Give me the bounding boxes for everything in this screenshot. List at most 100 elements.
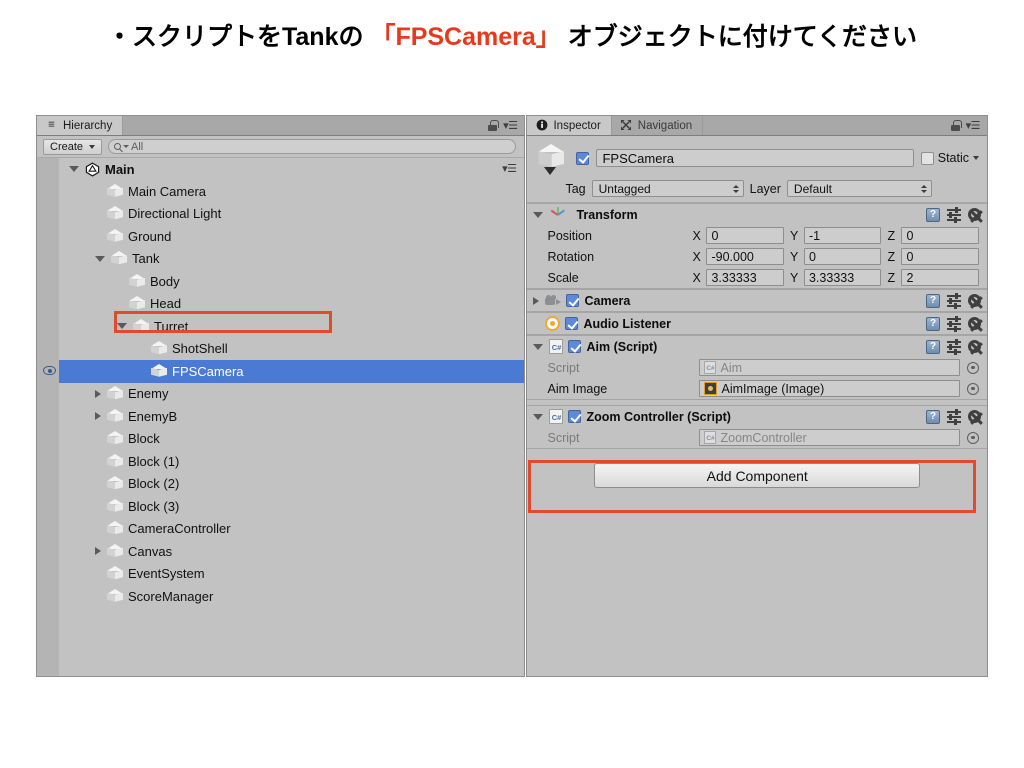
audio-listener-header[interactable]: Audio Listener ? — [527, 313, 987, 334]
preset-icon[interactable] — [947, 409, 961, 424]
visibility-eye-icon[interactable] — [43, 366, 56, 375]
camera-header[interactable]: Camera ? — [527, 290, 987, 311]
zoom-script-picker-icon[interactable] — [967, 431, 979, 444]
zoom-expand-toggle-icon[interactable] — [533, 413, 544, 420]
tab-hierarchy[interactable]: ≡ Hierarchy — [37, 116, 124, 135]
add-component-button[interactable]: Add Component — [594, 463, 921, 488]
preset-icon[interactable] — [947, 207, 961, 222]
panel-menu-icon[interactable]: ▾☰ — [503, 119, 518, 132]
hierarchy-item-ground[interactable]: Ground — [59, 225, 524, 248]
camera-enabled-checkbox[interactable] — [566, 294, 580, 307]
transform-position-y-field[interactable]: -1 — [803, 227, 882, 244]
gear-icon[interactable] — [968, 317, 981, 330]
transform-rotation-y-field[interactable]: 0 — [803, 248, 882, 265]
hierarchy-item-head[interactable]: Head — [59, 293, 524, 316]
hierarchy-item-turret[interactable]: Turret — [59, 315, 524, 338]
gear-icon[interactable] — [968, 208, 981, 221]
help-icon[interactable]: ? — [926, 293, 940, 308]
transform-scale-z-field[interactable]: 2 — [901, 269, 979, 286]
aim-script-header[interactable]: C# Aim (Script) ? — [527, 336, 987, 357]
preset-icon[interactable] — [947, 316, 961, 331]
help-icon[interactable]: ? — [926, 316, 940, 331]
audio-listener-enabled-checkbox[interactable] — [565, 317, 579, 330]
help-icon[interactable]: ? — [926, 339, 940, 354]
gameobject-cube-icon — [107, 408, 123, 424]
tag-dropdown[interactable]: Untagged — [591, 180, 744, 197]
hierarchy-item-enemyb[interactable]: EnemyB — [59, 405, 524, 428]
hierarchy-item-main-camera[interactable]: Main Camera — [59, 180, 524, 203]
transform-position-x-value: 0 — [711, 228, 719, 243]
collapse-toggle-icon[interactable] — [95, 389, 101, 398]
transform-rotation-x-field[interactable]: -90.000 — [706, 248, 784, 265]
aim-image-value-field[interactable]: AimImage (Image) — [699, 380, 960, 397]
hierarchy-item-shotshell[interactable]: ShotShell — [59, 338, 524, 361]
aim-script-value-field[interactable]: C# Aim — [699, 359, 960, 376]
transform-position-z-field[interactable]: 0 — [901, 227, 979, 244]
lock-icon[interactable] — [488, 120, 500, 131]
scene-menu-icon[interactable]: ▾☰ — [502, 162, 517, 175]
hierarchy-item-directional-light[interactable]: Directional Light — [59, 203, 524, 226]
hierarchy-tree[interactable]: Main ▾☰ Main Camera Directional Light Grou… — [43, 158, 525, 676]
axis-label-z: Z — [887, 228, 896, 243]
transform-position-x-field[interactable]: 0 — [706, 227, 784, 244]
expand-toggle-icon[interactable] — [117, 323, 127, 330]
object-name-field[interactable]: FPSCamera — [596, 149, 914, 167]
create-button[interactable]: Create — [43, 138, 103, 155]
hierarchy-item-fpscamera[interactable]: FPSCamera — [43, 360, 525, 383]
transform-expand-toggle-icon[interactable] — [533, 211, 544, 218]
scene-expand-toggle-icon[interactable] — [69, 166, 79, 172]
gear-icon[interactable] — [968, 294, 981, 307]
transform-rotation-z-field[interactable]: 0 — [901, 248, 979, 265]
layer-dropdown[interactable]: Default — [786, 180, 932, 197]
lock-icon[interactable] — [950, 120, 962, 131]
scene-row-main[interactable]: Main ▾☰ — [59, 158, 524, 180]
collapse-toggle-icon[interactable] — [95, 547, 101, 556]
zoom-script-value-field[interactable]: C# ZoomController — [699, 429, 960, 446]
hierarchy-item-eventsystem[interactable]: EventSystem — [59, 563, 524, 586]
axis-label-z: Z — [887, 249, 896, 264]
hierarchy-item-scoremanager[interactable]: ScoreManager — [59, 585, 524, 608]
panel-menu-icon[interactable]: ▾☰ — [966, 119, 981, 132]
static-dropdown-chevron-icon[interactable] — [973, 156, 979, 160]
gear-icon[interactable] — [968, 340, 981, 353]
search-input[interactable]: All — [108, 139, 517, 154]
sprite-icon — [704, 382, 718, 395]
aim-image-picker-icon[interactable] — [967, 382, 979, 395]
static-checkbox[interactable] — [920, 151, 934, 165]
transform-scale-x-field[interactable]: 3.33333 — [706, 269, 784, 286]
gear-icon[interactable] — [968, 410, 981, 423]
aim-expand-toggle-icon[interactable] — [533, 343, 544, 350]
tab-inspector[interactable]: Inspector — [527, 116, 612, 135]
hierarchy-item-canvas[interactable]: Canvas — [59, 540, 524, 563]
hierarchy-item-block-1[interactable]: Block (1) — [59, 450, 524, 473]
component-aim-script: C# Aim (Script) ? Script C# Aim Aim Imag… — [527, 335, 987, 400]
expand-toggle-icon[interactable] — [95, 255, 105, 262]
transform-header[interactable]: Transform ? — [527, 204, 987, 225]
hierarchy-icon: ≡ — [48, 119, 55, 131]
object-enabled-checkbox[interactable] — [576, 151, 590, 165]
tab-navigation[interactable]: Navigation — [611, 116, 704, 135]
help-icon[interactable]: ? — [926, 207, 940, 222]
preset-icon[interactable] — [947, 339, 961, 354]
camera-expand-toggle-icon[interactable] — [533, 296, 540, 305]
hierarchy-item-tank[interactable]: Tank — [59, 248, 524, 271]
help-icon[interactable]: ? — [926, 409, 940, 424]
axis-label-x: X — [692, 249, 701, 264]
aim-script-value: Aim — [720, 360, 743, 375]
hierarchy-item-block-3[interactable]: Block (3) — [59, 495, 524, 518]
navigation-icon — [620, 119, 633, 132]
gameobject-cube-icon — [107, 498, 123, 514]
hierarchy-item-cameracontroller[interactable]: CameraController — [59, 518, 524, 541]
hierarchy-gutter — [37, 158, 59, 676]
transform-scale-y-field[interactable]: 3.33333 — [803, 269, 882, 286]
hierarchy-item-body[interactable]: Body — [59, 270, 524, 293]
zoom-enabled-checkbox[interactable] — [568, 410, 582, 423]
hierarchy-item-block-2[interactable]: Block (2) — [59, 473, 524, 496]
aim-enabled-checkbox[interactable] — [568, 340, 582, 353]
aim-script-picker-icon[interactable] — [967, 361, 979, 374]
preset-icon[interactable] — [947, 293, 961, 308]
collapse-toggle-icon[interactable] — [95, 412, 101, 421]
hierarchy-item-enemy[interactable]: Enemy — [59, 383, 524, 406]
hierarchy-item-block[interactable]: Block — [59, 428, 524, 451]
zoom-controller-header[interactable]: C# Zoom Controller (Script) ? — [527, 406, 987, 427]
